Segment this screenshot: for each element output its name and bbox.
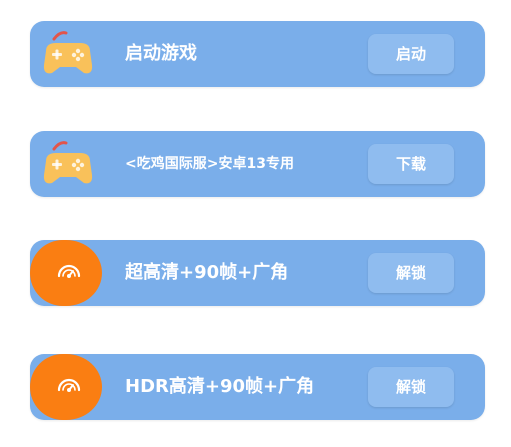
- unlock-button[interactable]: 解锁: [368, 367, 454, 407]
- download-button[interactable]: 下载: [368, 144, 454, 184]
- unlock-hdr-row: HDR高清+90帧+广角 解锁: [30, 354, 485, 420]
- gauge-icon: [30, 354, 102, 420]
- launch-game-row: 启动游戏 启动: [30, 21, 485, 87]
- row-title: <吃鸡国际服>安卓13专用: [125, 156, 294, 172]
- row-title: 超高清+90帧+广角: [125, 262, 289, 283]
- gamepad-icon: [38, 29, 98, 79]
- unlock-uhd-row: 超高清+90帧+广角 解锁: [30, 240, 485, 306]
- launch-button[interactable]: 启动: [368, 34, 454, 74]
- gamepad-icon: [38, 139, 98, 189]
- row-title: HDR高清+90帧+广角: [125, 376, 315, 397]
- unlock-button[interactable]: 解锁: [368, 253, 454, 293]
- download-row: <吃鸡国际服>安卓13专用 下载: [30, 131, 485, 197]
- gauge-icon: [30, 240, 102, 306]
- row-title: 启动游戏: [125, 43, 197, 64]
